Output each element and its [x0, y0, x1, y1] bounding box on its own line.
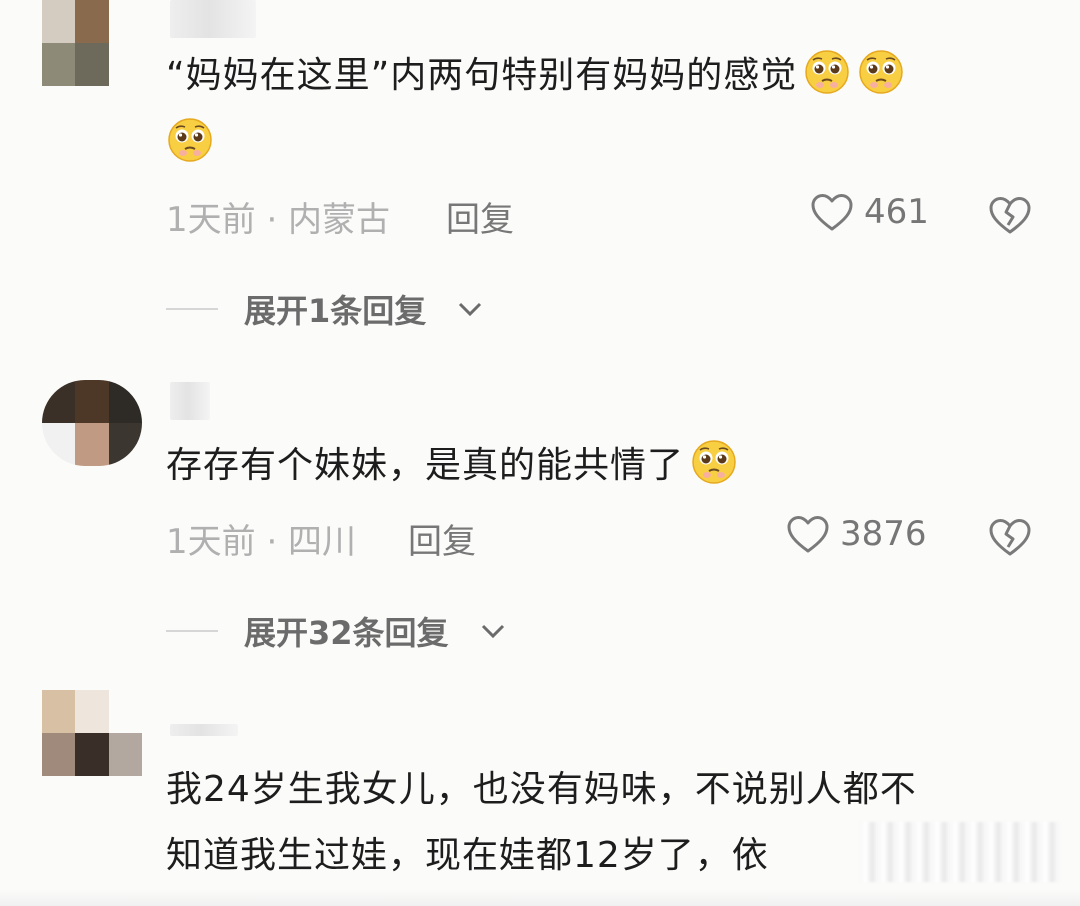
comment-text: 存存有个妹妹，是真的能共情了: [166, 436, 738, 496]
avatar[interactable]: [42, 380, 142, 466]
pleading-face-emoji-icon: [857, 48, 905, 96]
broken-heart-icon[interactable]: [988, 193, 1032, 237]
like-button[interactable]: 3876: [786, 514, 927, 554]
expand-replies-button[interactable]: 展开32条回复: [166, 608, 507, 654]
reply-button[interactable]: 回复: [446, 192, 514, 241]
avatar[interactable]: [42, 690, 142, 776]
comment-text: 知道我生过娃，现在娃都12岁了，依: [166, 826, 769, 886]
comment-text-line: 知道我生过娃，现在娃都12岁了，依: [166, 835, 769, 876]
like-count: 461: [864, 192, 929, 232]
time-location: 1天前 · 四川: [166, 522, 357, 562]
heart-outline-icon: [786, 514, 830, 554]
pleading-face-emoji-icon: [803, 48, 851, 96]
expand-replies-label: 展开1条回复: [244, 292, 427, 330]
pleading-face-emoji-icon: [166, 116, 214, 164]
comment-text-line: “妈妈在这里”内两句特别有妈妈的感觉: [166, 55, 798, 96]
avatar-mosaic: [42, 380, 142, 466]
broken-heart-icon[interactable]: [988, 515, 1032, 559]
chevron-down-icon: [459, 302, 482, 317]
username-blurred: [170, 0, 256, 38]
avatar-mosaic: [42, 690, 142, 776]
bottom-edge: [0, 890, 1080, 906]
comment-text: “妈妈在这里”内两句特别有妈妈的感觉: [166, 46, 905, 106]
time-location: 1天前 · 内蒙古: [166, 200, 391, 240]
expand-replies-button[interactable]: 展开1条回复: [166, 286, 484, 332]
like-count: 3876: [840, 514, 927, 554]
comment-text-line: 我24岁生我女儿，也没有妈味，不说别人都不: [166, 769, 917, 810]
username-blurred: [170, 724, 238, 736]
avatar[interactable]: [42, 0, 142, 86]
like-button[interactable]: 461: [810, 192, 929, 232]
reply-button[interactable]: 回复: [408, 514, 476, 563]
comment-text-line-2: [166, 114, 214, 174]
avatar-mosaic: [42, 0, 142, 86]
comment-text-line: 存存有个妹妹，是真的能共情了: [166, 445, 685, 486]
comment-text: 我24岁生我女儿，也没有妈味，不说别人都不: [166, 760, 917, 820]
blurred-text-overlay: [860, 822, 1060, 882]
expand-replies-label: 展开32条回复: [244, 614, 449, 652]
chevron-down-icon: [481, 624, 504, 639]
heart-outline-icon: [810, 192, 854, 232]
username-blurred: [170, 382, 210, 420]
pleading-face-emoji-icon: [690, 438, 738, 486]
divider-line: [166, 630, 218, 632]
divider-line: [166, 308, 218, 310]
